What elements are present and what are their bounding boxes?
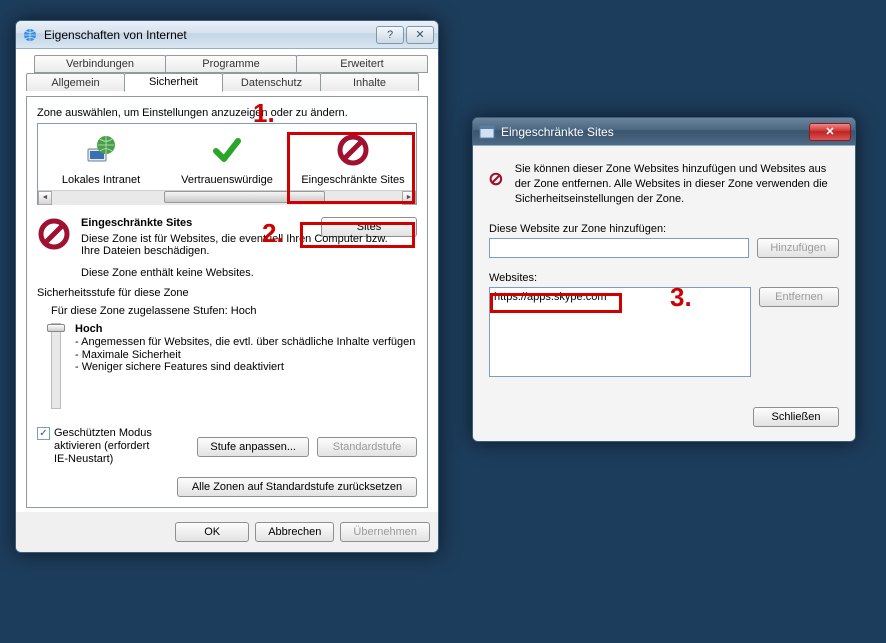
protected-mode-label-1: Geschützten Modus — [54, 427, 152, 439]
list-item[interactable]: https://apps.skype.com — [492, 290, 748, 304]
tab-allgemein[interactable]: Allgemein — [26, 73, 125, 91]
cancel-button[interactable]: Abbrechen — [255, 522, 334, 542]
selected-zone-desc-2: Ihre Dateien beschädigen. — [81, 245, 417, 257]
apply-button[interactable]: Übernehmen — [340, 522, 430, 542]
scroll-thumb[interactable] — [164, 191, 325, 203]
scroll-right-button[interactable]: ► — [402, 191, 416, 205]
tab-verbindungen[interactable]: Verbindungen — [34, 55, 166, 73]
dialog-icon — [479, 124, 495, 140]
tab-programme[interactable]: Programme — [165, 55, 297, 73]
security-tab-panel: Zone auswählen, um Einstellungen anzuzei… — [26, 96, 428, 508]
tab-datenschutz[interactable]: Datenschutz — [222, 73, 321, 91]
security-level-label: Sicherheitsstufe für diese Zone — [37, 287, 417, 299]
selected-zone-desc-1: Diese Zone ist für Websites, die eventue… — [81, 233, 417, 245]
zone-scrollbar[interactable]: ◄ ► — [38, 190, 416, 204]
level-name: Hoch — [75, 323, 417, 335]
restricted-icon-large — [37, 217, 71, 251]
dialog-description: Sie können dieser Zone Websites hinzufüg… — [515, 162, 839, 207]
protected-mode-checkbox[interactable]: ✓ — [37, 427, 50, 440]
protected-mode-label-3: IE-Neustart) — [54, 453, 113, 465]
window-title: Eigenschaften von Internet — [44, 28, 374, 42]
zone-restricted-label: Eingeschränkte Sites — [290, 174, 416, 186]
checkmark-icon — [210, 133, 244, 167]
protected-mode-label-2: aktivieren (erfordert — [54, 440, 149, 452]
add-button[interactable]: Hinzufügen — [757, 238, 839, 258]
zone-local-intranet-label: Lokales Intranet — [38, 174, 164, 186]
globe-monitor-icon — [84, 133, 118, 167]
restricted-icon — [489, 162, 503, 196]
remove-button[interactable]: Entfernen — [759, 287, 839, 307]
close-button[interactable]: ✕ — [406, 26, 434, 44]
tab-erweitert[interactable]: Erweitert — [296, 55, 428, 73]
level-bullet-1: - Angemessen für Websites, die evtl. übe… — [75, 335, 417, 349]
restricted-sites-dialog: Eingeschränkte Sites ✕ Sie können dieser… — [472, 117, 856, 442]
allowed-levels-label: Für diese Zone zugelassene Stufen: Hoch — [51, 305, 417, 317]
zone-local-intranet[interactable]: Lokales Intranet — [38, 129, 164, 186]
internet-properties-dialog: Eigenschaften von Internet ? ✕ Verbindun… — [15, 20, 439, 553]
zone-trusted[interactable]: Vertrauenswürdige — [164, 129, 290, 186]
slider-thumb[interactable] — [47, 324, 65, 332]
selected-zone-title: Eingeschränkte Sites — [81, 217, 192, 229]
titlebar[interactable]: Eingeschränkte Sites ✕ — [473, 118, 855, 146]
websites-list-label: Websites: — [489, 272, 839, 284]
tab-sicherheit[interactable]: Sicherheit — [124, 73, 223, 92]
tab-inhalte[interactable]: Inhalte — [320, 73, 419, 91]
close-button[interactable]: ✕ — [809, 123, 851, 141]
dialog-button-row: OK Abbrechen Übernehmen — [16, 512, 438, 552]
titlebar[interactable]: Eigenschaften von Internet ? ✕ — [16, 21, 438, 49]
reset-all-zones-button[interactable]: Alle Zonen auf Standardstufe zurücksetze… — [177, 477, 417, 497]
zone-select-label: Zone auswählen, um Einstellungen anzuzei… — [37, 107, 417, 119]
internet-options-icon — [22, 27, 38, 43]
level-bullet-2: - Maximale Sicherheit — [75, 349, 417, 361]
custom-level-button[interactable]: Stufe anpassen... — [197, 437, 309, 457]
add-website-input[interactable] — [489, 238, 749, 258]
restricted-icon — [336, 133, 370, 167]
close-dialog-button[interactable]: Schließen — [753, 407, 839, 427]
help-button[interactable]: ? — [376, 26, 404, 44]
ok-button[interactable]: OK — [175, 522, 249, 542]
add-website-label: Diese Website zur Zone hinzufügen: — [489, 223, 839, 235]
level-bullet-3: - Weniger sichere Features sind deaktivi… — [75, 361, 417, 373]
scroll-track[interactable] — [52, 191, 402, 205]
security-level-slider[interactable] — [51, 323, 61, 409]
websites-listbox[interactable]: https://apps.skype.com — [489, 287, 751, 377]
scroll-left-button[interactable]: ◄ — [38, 191, 52, 205]
zone-restricted[interactable]: Eingeschränkte Sites — [290, 129, 416, 186]
tab-strip: Verbindungen Programme Erweitert Allgeme… — [26, 55, 428, 97]
zone-selector: Lokales Intranet Vertrauenswürdige — [37, 123, 417, 205]
zone-empty-note: Diese Zone enthält keine Websites. — [81, 267, 417, 279]
zone-trusted-label: Vertrauenswürdige — [164, 174, 290, 186]
default-level-button[interactable]: Standardstufe — [317, 437, 417, 457]
window-title: Eingeschränkte Sites — [501, 125, 807, 139]
